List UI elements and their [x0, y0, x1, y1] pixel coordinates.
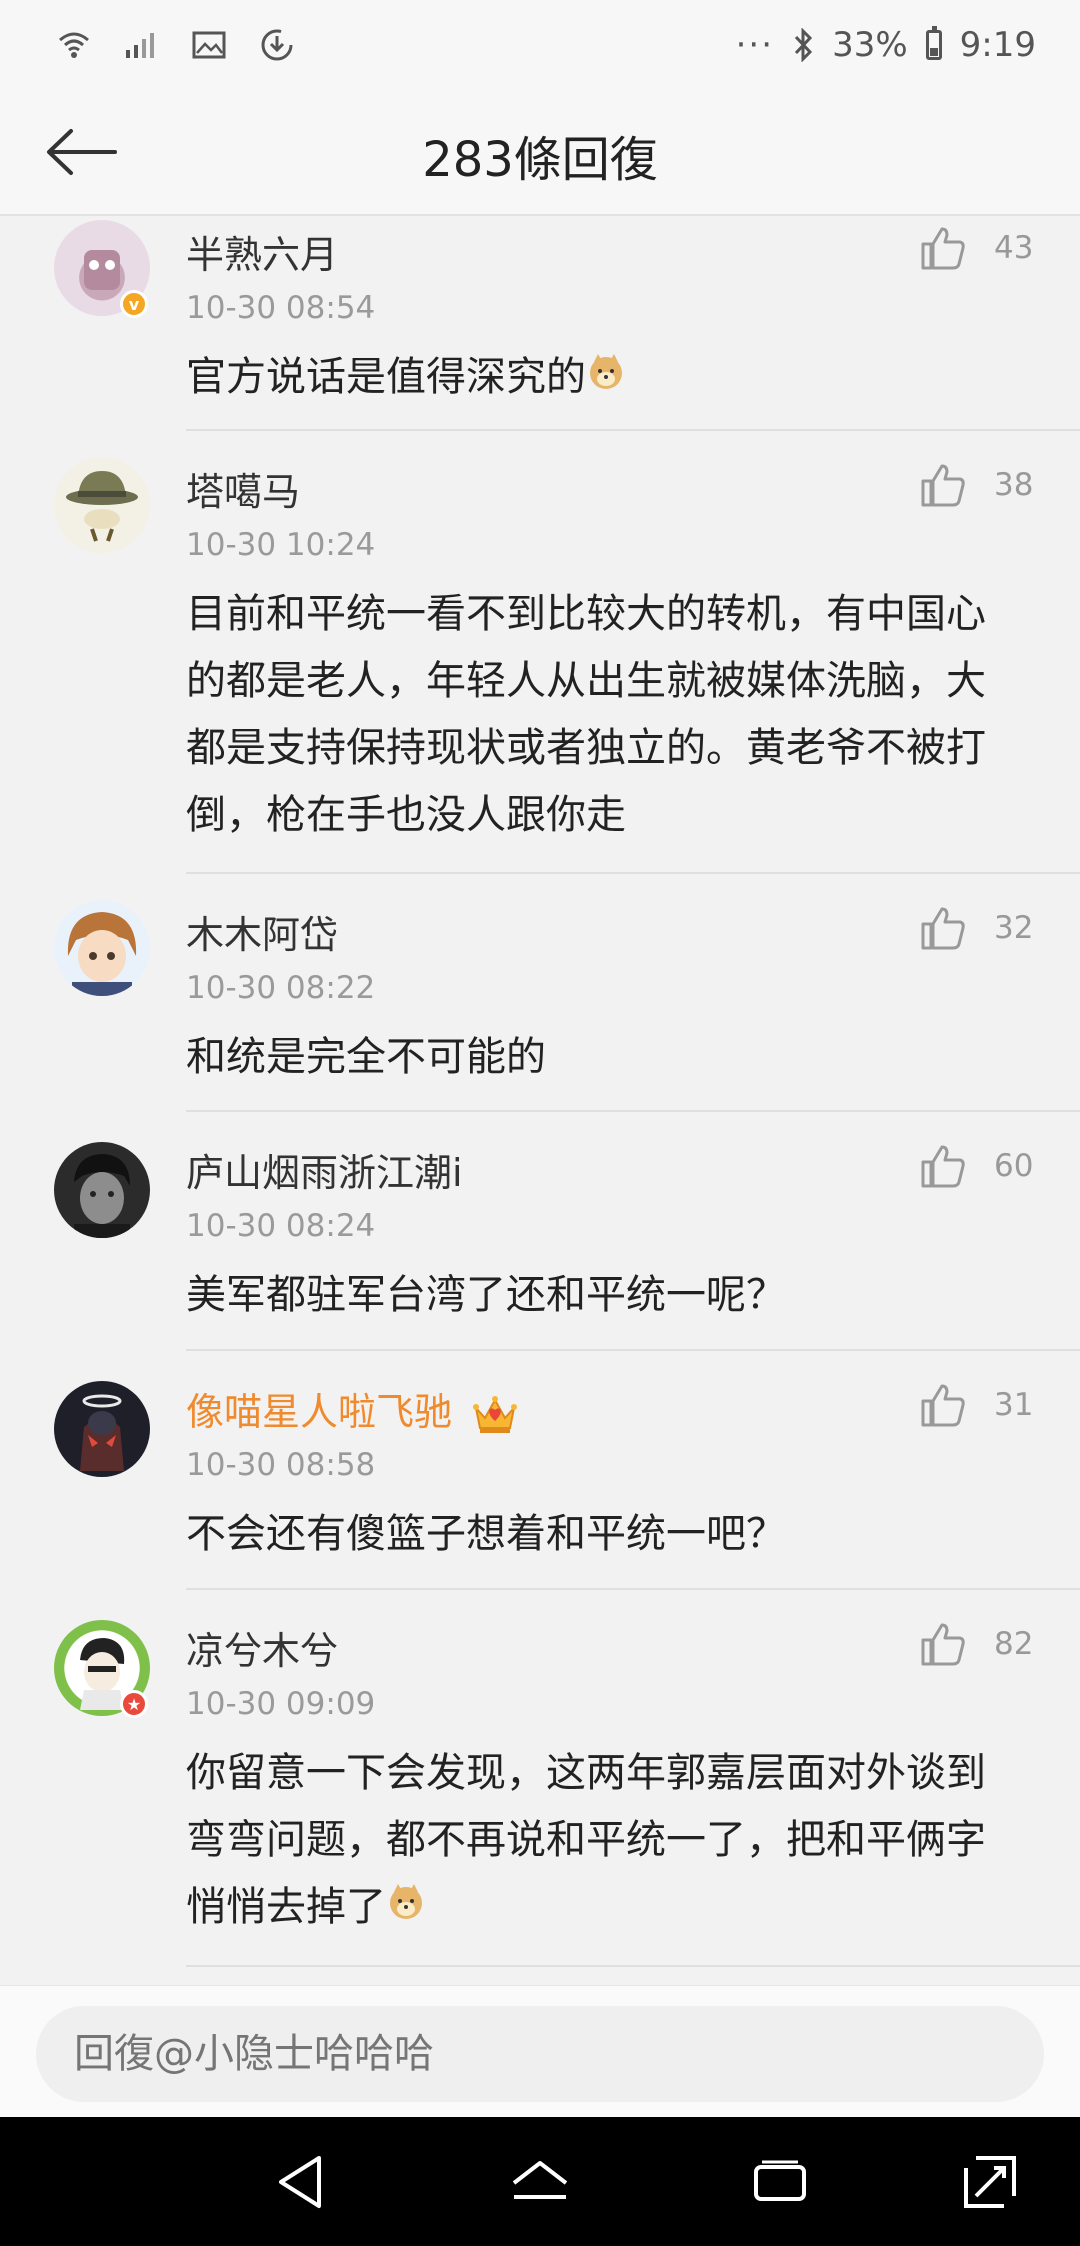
like-button[interactable]	[920, 1383, 966, 1427]
battery-percent: 33%	[832, 25, 908, 65]
like-count: 82	[994, 1626, 1034, 1662]
like-button[interactable]	[920, 463, 966, 507]
thumbs-up-icon	[921, 907, 965, 950]
username-text: 像喵星人啦飞驰	[186, 1390, 453, 1434]
back-nav-button[interactable]	[265, 2147, 335, 2217]
like-count: 60	[994, 1148, 1034, 1184]
username[interactable]: 木木阿岱	[186, 904, 338, 959]
back-nav-icon	[279, 2156, 321, 2208]
download-icon	[260, 28, 294, 62]
star-badge: ★	[120, 1690, 148, 1718]
comment-line: 都是支持保持现状或者独立的。黄老爷不被打	[186, 725, 986, 771]
comment-text: 美军都驻军台湾了还和平统一呢？	[186, 1262, 1036, 1329]
avatar[interactable]	[54, 457, 150, 553]
system-nav-bar	[0, 2117, 1080, 2246]
divider	[186, 1965, 1080, 1967]
comment-text: 官方说话是值得深究的	[186, 344, 1036, 413]
comment-line: 不会还有傻篮子想着和平统一吧？	[186, 1511, 786, 1557]
username[interactable]: 半熟六月	[186, 224, 338, 279]
like-count: 38	[994, 467, 1034, 503]
comment-line: 悄悄去掉了	[186, 1884, 386, 1930]
verified-badge: v	[120, 290, 148, 318]
comment-line: 倒，枪在手也没人跟你走	[186, 792, 626, 838]
timestamp: 10-30 08:58	[186, 1447, 376, 1483]
timestamp: 10-30 08:24	[186, 1208, 376, 1244]
top-bar: 283條回復	[0, 90, 1080, 216]
wifi-icon	[58, 30, 90, 60]
like-count: 43	[994, 230, 1034, 266]
bluetooth-icon	[792, 28, 814, 62]
rotate-nav-button[interactable]	[955, 2147, 1025, 2217]
image-icon	[192, 31, 226, 59]
comment-line: 的都是老人，年轻人从出生就被媒体洗脑，大	[186, 658, 986, 704]
avatar[interactable]	[54, 1142, 150, 1238]
like-count: 31	[994, 1387, 1034, 1423]
comment-item[interactable]: 塔噶马 10-30 10:24 38 目前和平统一看不到比较大的转机，有中国心 …	[0, 431, 1080, 838]
comment-line: 你留意一下会发现，这两年郭嘉层面对外谈到	[186, 1750, 986, 1796]
doge-emoji-icon	[386, 1876, 426, 1943]
comment-line: 和统是完全不可能的	[186, 1034, 546, 1080]
more-dots-icon: ···	[735, 25, 775, 65]
page-title: 283條回復	[422, 132, 658, 188]
comment-text: 和统是完全不可能的	[186, 1024, 1036, 1091]
username[interactable]: 庐山烟雨浙江潮i	[186, 1142, 463, 1197]
comment-text: 目前和平统一看不到比较大的转机，有中国心 的都是老人，年轻人从出生就被媒体洗脑，…	[186, 581, 1036, 849]
comment-line: 弯弯问题，都不再说和平统一了，把和平俩字	[186, 1817, 986, 1863]
like-button[interactable]	[920, 1144, 966, 1188]
reply-bar	[0, 1985, 1080, 2118]
home-nav-button[interactable]	[505, 2147, 575, 2217]
doge-emoji-icon	[586, 346, 626, 413]
like-button[interactable]	[920, 226, 966, 270]
avatar[interactable]	[54, 1381, 150, 1477]
reply-input[interactable]	[36, 2006, 1044, 2102]
avatar[interactable]	[54, 900, 150, 996]
comment-line: 官方说话是值得深究的	[186, 354, 586, 400]
like-count: 32	[994, 910, 1034, 946]
timestamp: 10-30 08:54	[186, 290, 376, 326]
recents-nav-button[interactable]	[745, 2147, 815, 2217]
home-nav-icon	[512, 2161, 568, 2199]
comment-line: 目前和平统一看不到比较大的转机，有中国心	[186, 591, 986, 637]
timestamp: 10-30 08:22	[186, 970, 376, 1006]
username[interactable]: 像喵星人啦飞驰	[186, 1381, 518, 1436]
thumbs-up-icon	[921, 1623, 965, 1666]
crown-icon	[473, 1395, 518, 1433]
comment-text: 你留意一下会发现，这两年郭嘉层面对外谈到 弯弯问题，都不再说和平统一了，把和平俩…	[186, 1740, 1036, 1943]
clock: 9:19	[959, 25, 1036, 65]
timestamp: 10-30 10:24	[186, 527, 376, 563]
recents-nav-icon	[754, 2160, 806, 2201]
username[interactable]: 凉兮木兮	[186, 1620, 338, 1675]
like-button[interactable]	[920, 906, 966, 950]
comment-item[interactable]: ★ 凉兮木兮 10-30 09:09 82 你留意一下会发现，这两年郭嘉层面对外…	[0, 1590, 1080, 1980]
thumbs-up-icon	[921, 227, 965, 270]
username[interactable]: 塔噶马	[186, 461, 300, 516]
comment-item[interactable]: 像喵星人啦飞驰 10-30 08:58 31 不会还有傻篮子想着和平统一吧？	[0, 1351, 1080, 1589]
like-button[interactable]	[920, 1622, 966, 1666]
battery-icon	[925, 26, 942, 60]
comment-text: 不会还有傻篮子想着和平统一吧？	[186, 1501, 1036, 1568]
comment-item[interactable]: 木木阿岱 10-30 08:22 32 和统是完全不可能的	[0, 874, 1080, 1112]
comment-item[interactable]: 庐山烟雨浙江潮i 10-30 08:24 60 美军都驻军台湾了还和平统一呢？	[0, 1112, 1080, 1350]
thumbs-up-icon	[921, 464, 965, 507]
rotate-nav-icon	[964, 2156, 1016, 2208]
thumbs-up-icon	[921, 1384, 965, 1427]
signal-icon	[124, 32, 158, 58]
comment-line: 美军都驻军台湾了还和平统一呢？	[186, 1272, 786, 1318]
status-bar: ··· 33% 9:19	[0, 0, 1080, 90]
thumbs-up-icon	[921, 1145, 965, 1188]
comment-item[interactable]: v 半熟六月 10-30 08:54 43 官方说话是值得深究的	[0, 216, 1080, 432]
timestamp: 10-30 09:09	[186, 1686, 376, 1722]
